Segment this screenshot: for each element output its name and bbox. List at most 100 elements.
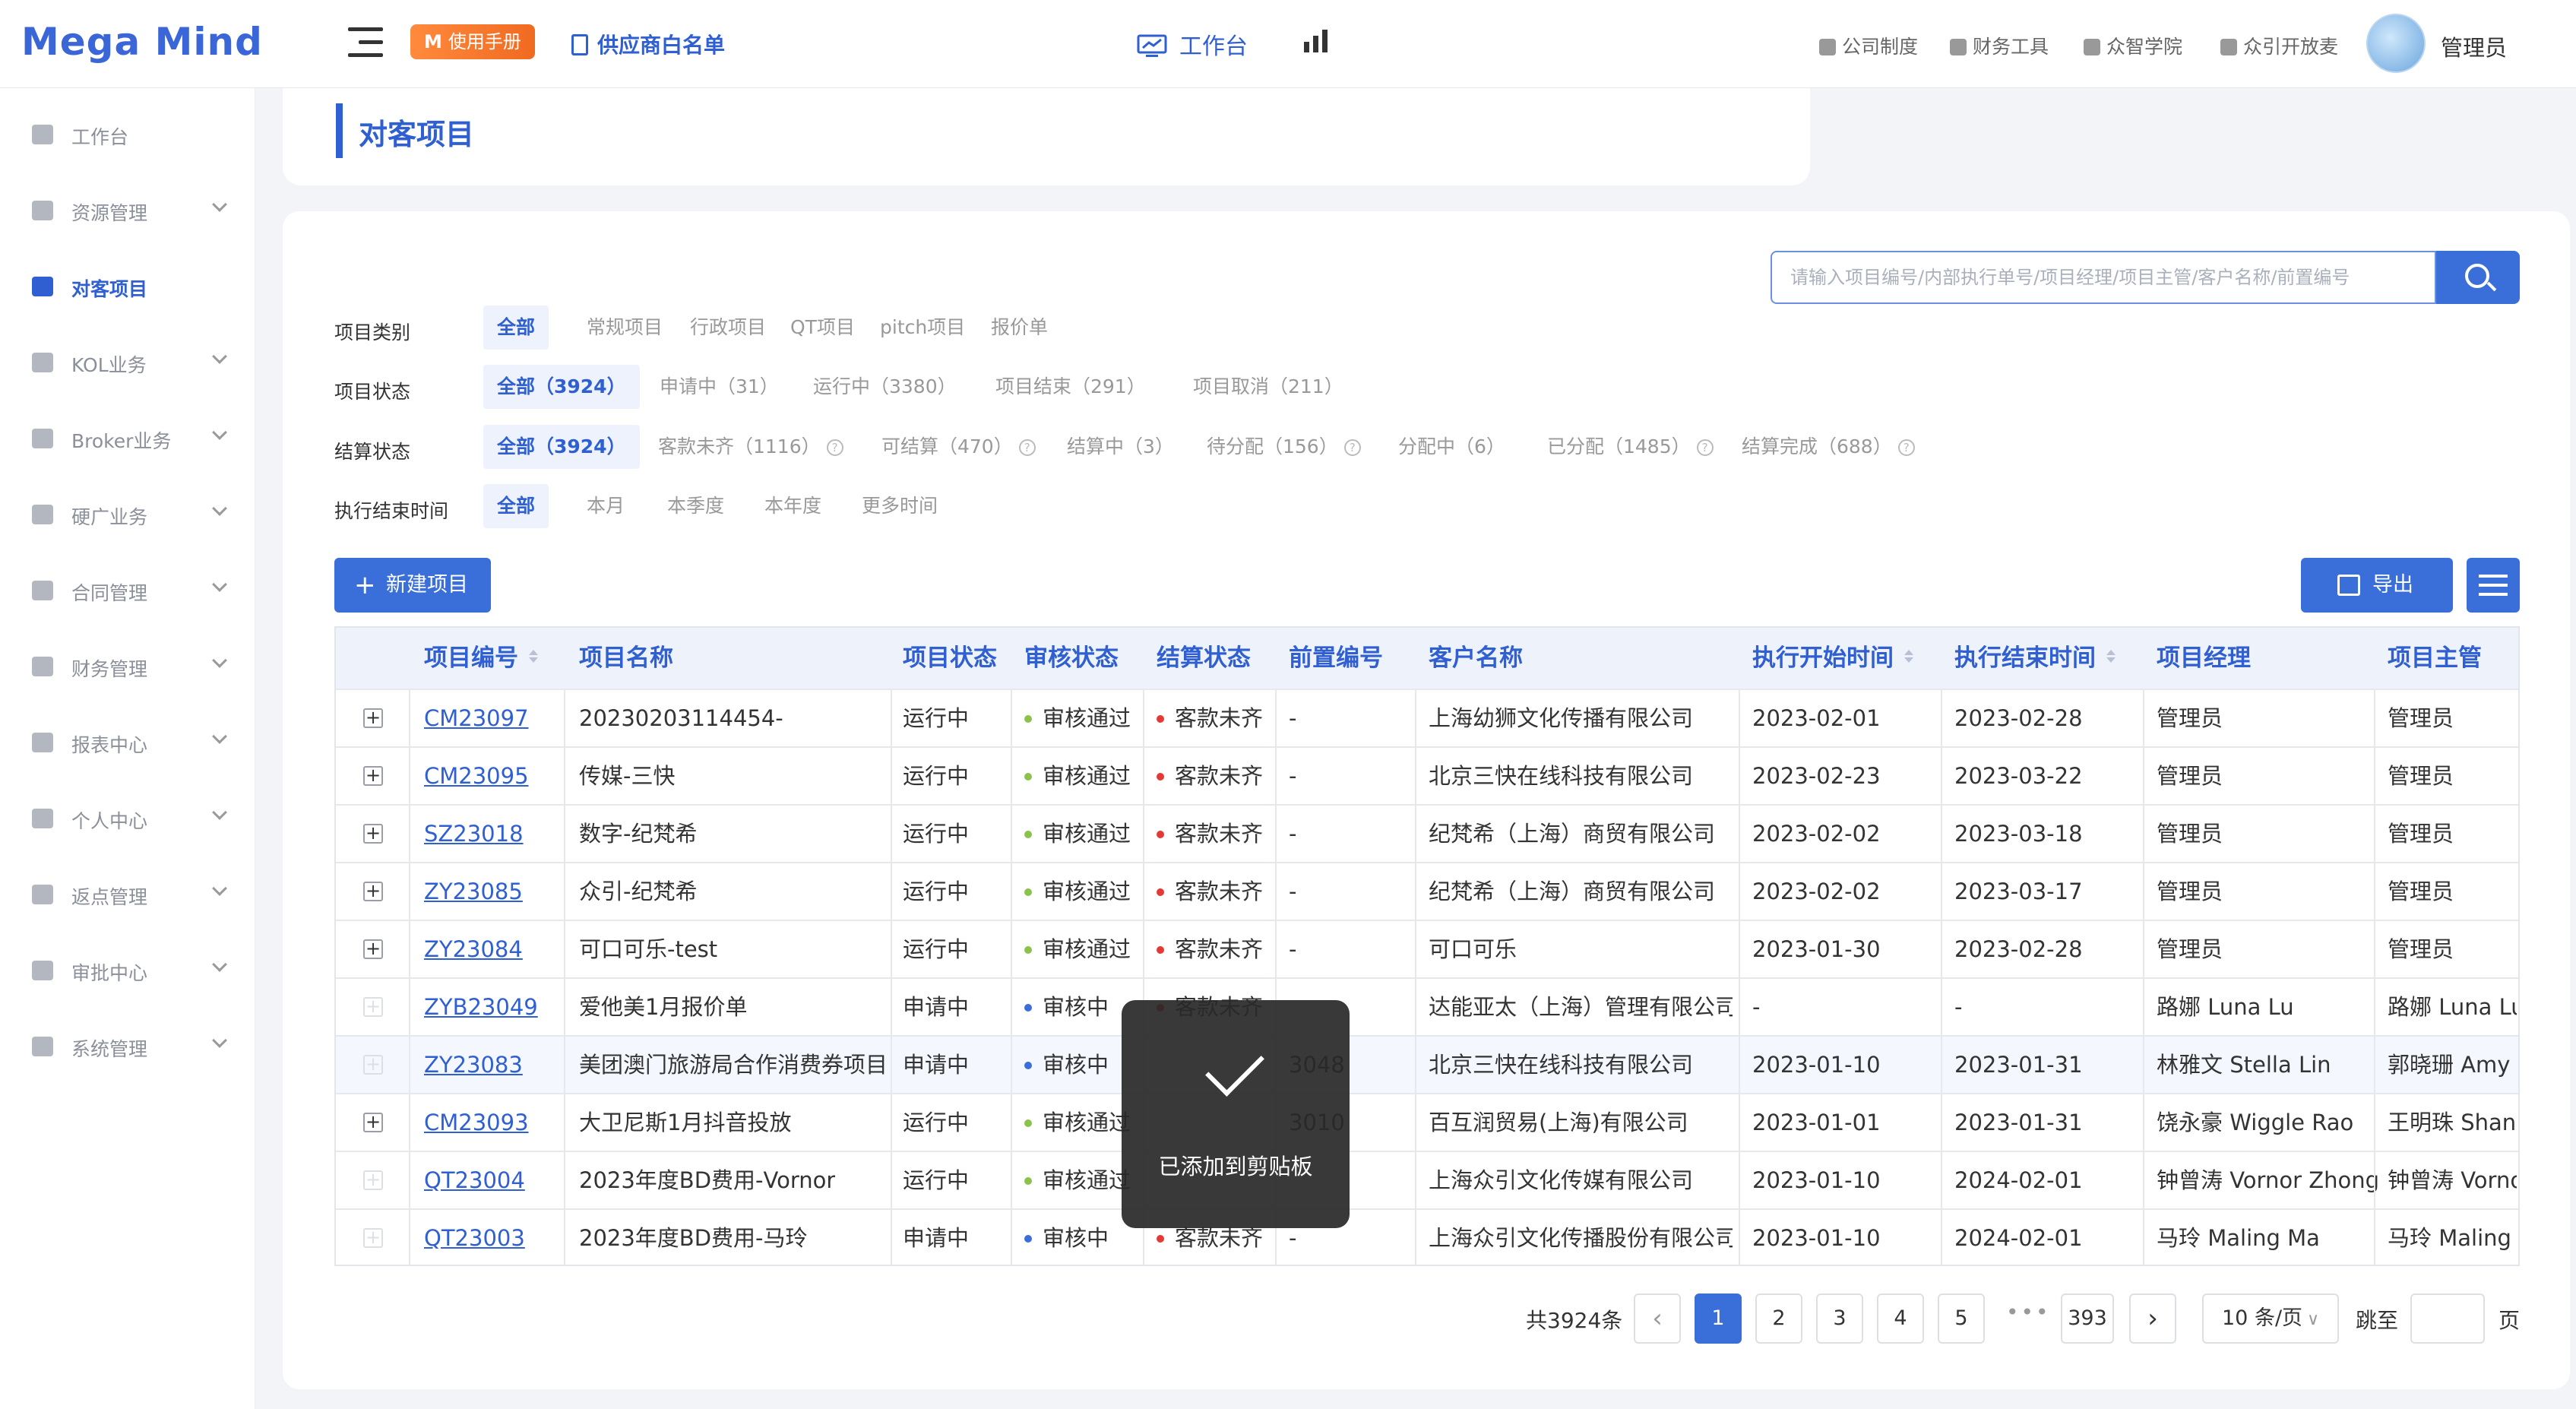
jump-page-input[interactable]: [2410, 1293, 2485, 1344]
table-row[interactable]: + CM23097 20230203114454- 运行中 审核通过 客款未齐 - 上海幼狮文…: [336, 689, 2518, 746]
filter-option[interactable]: 全部: [483, 306, 549, 350]
filter-option[interactable]: 客款未齐（1116）?: [644, 425, 857, 469]
expand-row-button[interactable]: +: [363, 766, 383, 786]
help-icon[interactable]: ?: [826, 439, 843, 456]
sidebar-item-approvals[interactable]: 审批中心: [0, 947, 255, 993]
link-company-policy[interactable]: 公司制度: [1819, 32, 1918, 59]
project-id-link[interactable]: CM23093: [424, 1094, 529, 1151]
user-name[interactable]: 管理员: [2441, 30, 2507, 62]
page-button-last[interactable]: 393: [2061, 1293, 2114, 1344]
filter-option[interactable]: 全部（3924）: [483, 365, 640, 409]
help-icon[interactable]: ?: [1696, 439, 1714, 456]
filter-option[interactable]: 本月: [573, 484, 638, 528]
filter-option[interactable]: 结算中（3）: [1053, 425, 1188, 469]
prev-page-button[interactable]: ‹: [1634, 1293, 1681, 1344]
project-id-link[interactable]: QT23003: [424, 1210, 525, 1265]
next-page-button[interactable]: ›: [2129, 1293, 2176, 1344]
expand-row-button[interactable]: +: [363, 939, 383, 959]
filter-option[interactable]: 更多时间: [848, 484, 951, 528]
filter-option[interactable]: 全部（3924）: [483, 425, 640, 469]
sidebar-item-rebates[interactable]: 返点管理: [0, 871, 255, 917]
expand-row-button[interactable]: +: [363, 708, 383, 728]
expand-row-button[interactable]: +: [363, 1170, 383, 1190]
table-row[interactable]: + QT23003 2023年度BD费用-马玲 申请中 审核中 客款未齐 - 上海众引文化传播…: [336, 1208, 2518, 1265]
search-input[interactable]: 请输入项目编号/内部执行单号/项目经理/项目主管/客户名称/前置编号: [1771, 251, 2436, 304]
expand-row-button[interactable]: +: [363, 997, 383, 1017]
table-row[interactable]: +ZYB23049爱他美1月报价单申请中审核中客款未齐达能亚太（上海）管理有限公…: [336, 977, 2518, 1035]
help-icon[interactable]: ?: [1343, 439, 1361, 456]
project-id-link[interactable]: CM23097: [424, 690, 529, 746]
sidebar-item-client-projects[interactable]: 对客项目: [0, 263, 255, 309]
page-button[interactable]: 1: [1695, 1293, 1742, 1344]
filter-option[interactable]: 项目取消（211）: [1179, 365, 1357, 409]
column-header-start[interactable]: 执行开始时间: [1752, 628, 1913, 689]
filter-option[interactable]: 本年度: [751, 484, 835, 528]
project-id-link[interactable]: SZ23018: [424, 806, 524, 862]
filter-option[interactable]: 待分配（156）?: [1193, 425, 1375, 469]
table-row[interactable]: + ZY23084 可口可乐-test 运行中 审核通过 客款未齐 - 可口可乐 2023-01…: [336, 920, 2518, 977]
page-button[interactable]: 5: [1938, 1293, 1985, 1344]
expand-row-button[interactable]: +: [363, 824, 383, 844]
filter-option[interactable]: 结算完成（688）?: [1728, 425, 1929, 469]
table-row[interactable]: +ZY23083美团澳门旅游局合作消费券项目申请中审核中3048北京三快在线科技…: [336, 1035, 2518, 1093]
page-button[interactable]: 4: [1877, 1293, 1924, 1344]
search-button[interactable]: [2436, 251, 2520, 304]
help-icon[interactable]: ?: [1018, 439, 1036, 456]
expand-row-button[interactable]: +: [363, 882, 383, 901]
sidebar-item-workbench[interactable]: 工作台: [0, 111, 255, 157]
filter-option[interactable]: 已分配（1485）?: [1533, 425, 1727, 469]
filter-option[interactable]: pitch项目: [866, 306, 979, 350]
project-id-link[interactable]: ZY23084: [424, 921, 523, 977]
filter-option[interactable]: 运行中（3380）: [799, 365, 970, 409]
filter-option[interactable]: 可结算（470）?: [868, 425, 1049, 469]
sidebar-item-reports[interactable]: 报表中心: [0, 719, 255, 765]
export-button[interactable]: 导出: [2301, 558, 2453, 613]
sidebar-item-personal[interactable]: 个人中心: [0, 795, 255, 841]
help-icon[interactable]: ?: [1897, 439, 1915, 456]
expand-row-button[interactable]: +: [363, 1055, 383, 1075]
filter-option[interactable]: 项目结束（291）: [982, 365, 1160, 409]
user-manual-button[interactable]: M 使用手册: [410, 24, 535, 59]
filter-option[interactable]: 报价单: [977, 306, 1062, 350]
filter-option[interactable]: 本季度: [653, 484, 738, 528]
sidebar-item-contracts[interactable]: 合同管理: [0, 567, 255, 613]
link-open-mic[interactable]: 众引开放麦: [2220, 32, 2338, 59]
sidebar-item-system[interactable]: 系统管理: [0, 1023, 255, 1069]
filter-option[interactable]: 常规项目: [573, 306, 676, 350]
sidebar-item-broker[interactable]: Broker业务: [0, 415, 255, 461]
project-id-link[interactable]: ZY23083: [424, 1037, 523, 1093]
sort-icon[interactable]: [1904, 650, 1913, 663]
table-row[interactable]: + QT23004 2023年度BD费用-Vornor 运行中 审核通过 上海众引文化传媒…: [336, 1151, 2518, 1208]
filter-option[interactable]: 行政项目: [676, 306, 780, 350]
filter-option[interactable]: 申请中（31）: [646, 365, 793, 409]
column-settings-button[interactable]: [2467, 558, 2520, 613]
link-academy[interactable]: 众智学院: [2084, 32, 2182, 59]
link-finance-tools[interactable]: 财务工具: [1950, 32, 2049, 59]
sidebar-item-hard-ads[interactable]: 硬广业务: [0, 491, 255, 537]
page-button[interactable]: 2: [1755, 1293, 1802, 1344]
project-id-link[interactable]: ZY23085: [424, 863, 523, 920]
expand-row-button[interactable]: +: [363, 1228, 383, 1248]
filter-option[interactable]: QT项目: [777, 306, 869, 350]
expand-row-button[interactable]: +: [363, 1113, 383, 1132]
sort-icon[interactable]: [2106, 650, 2116, 663]
project-id-link[interactable]: ZYB23049: [424, 979, 538, 1035]
column-header-end[interactable]: 执行结束时间: [1954, 628, 2116, 689]
nav-observatory[interactable]: [1302, 27, 1345, 54]
app-logo[interactable]: Mega Mind: [21, 20, 263, 64]
filter-option[interactable]: 全部: [483, 484, 549, 528]
sidebar-item-resources[interactable]: 资源管理: [0, 187, 255, 233]
page-size-select[interactable]: 10 条/页 ∨: [2202, 1293, 2339, 1344]
project-id-link[interactable]: QT23004: [424, 1152, 525, 1208]
nav-workbench[interactable]: 工作台: [1137, 27, 1248, 61]
page-button[interactable]: 3: [1816, 1293, 1863, 1344]
sidebar-item-finance[interactable]: 财务管理: [0, 643, 255, 689]
project-id-link[interactable]: CM23095: [424, 748, 529, 804]
pagination-ellipsis[interactable]: •••: [2006, 1300, 2051, 1325]
sidebar-item-kol[interactable]: KOL业务: [0, 339, 255, 385]
table-row[interactable]: + SZ23018 数字-纪梵希 运行中 审核通过 客款未齐 - 纪梵希（上海）商贸有限公司 2…: [336, 804, 2518, 862]
menu-toggle-icon[interactable]: [348, 27, 383, 58]
supplier-whitelist-link[interactable]: 供应商白名单: [571, 29, 725, 59]
table-row[interactable]: +CM23093大卫尼斯1月抖音投放运行中审核通过3010百互润贸易(上海)有限…: [336, 1093, 2518, 1151]
table-row[interactable]: + ZY23085 众引-纪梵希 运行中 审核通过 客款未齐 - 纪梵希（上海）商贸有限公司 2…: [336, 862, 2518, 920]
